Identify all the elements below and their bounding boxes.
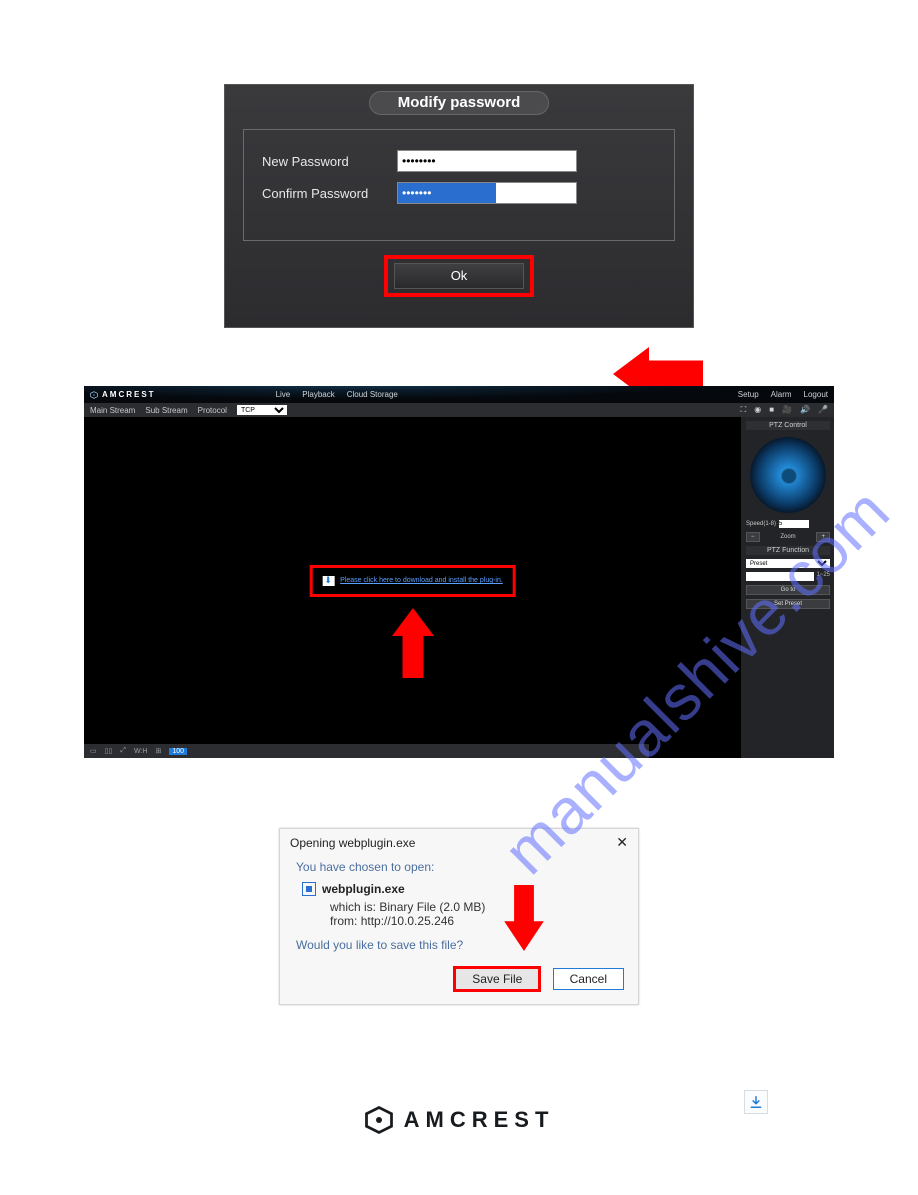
dialog-title: Modify password bbox=[369, 91, 550, 115]
download-icon: ⬇ bbox=[322, 576, 334, 586]
wh-icon[interactable]: W:H bbox=[134, 748, 147, 755]
link-logout[interactable]: Logout bbox=[804, 390, 828, 399]
layout2-icon[interactable]: ▯▯ bbox=[105, 747, 113, 755]
tab-playback[interactable]: Playback bbox=[302, 390, 334, 399]
ptz-wheel[interactable] bbox=[750, 437, 826, 513]
mic-icon[interactable]: 🎤 bbox=[818, 405, 828, 415]
red-arrow-down-icon bbox=[502, 885, 546, 951]
expand-icon[interactable]: ⤢ bbox=[120, 747, 126, 755]
video-area: ⬇ Please click here to download and inst… bbox=[84, 417, 742, 758]
volume-icon[interactable]: 🔊 bbox=[800, 405, 810, 415]
plugin-download-link[interactable]: Please click here to download and instal… bbox=[340, 577, 503, 584]
close-icon[interactable]: ✕ bbox=[616, 834, 628, 851]
aspect-off-icon[interactable]: ⊞ bbox=[155, 747, 161, 755]
ptz-preset-select[interactable]: Preset bbox=[746, 559, 830, 568]
ptz-function-header: PTZ Function bbox=[746, 546, 830, 555]
confirm-password-input[interactable] bbox=[397, 182, 577, 204]
save-question-text: Would you like to save this file? bbox=[296, 938, 622, 952]
camera-liveview-ui: AMCREST Live Playback Cloud Storage Setu… bbox=[84, 386, 834, 758]
hexagon-icon bbox=[364, 1105, 394, 1135]
snapshot-icon[interactable]: ◉ bbox=[754, 405, 761, 415]
footer-brand-text: AMCREST bbox=[404, 1107, 555, 1133]
ptz-header: PTZ Control bbox=[746, 421, 830, 430]
toolstrip-right-icons: ⛶ ◉ ■ 🎥 🔊 🎤 bbox=[741, 405, 828, 415]
brand-text: AMCREST bbox=[102, 390, 156, 399]
topbar: AMCREST Live Playback Cloud Storage Setu… bbox=[84, 386, 834, 403]
stream-toolstrip: Main Stream Sub Stream Protocol TCP ⛶ ◉ … bbox=[84, 403, 834, 417]
link-alarm[interactable]: Alarm bbox=[771, 390, 792, 399]
layout1-icon[interactable]: ▭ bbox=[90, 747, 97, 755]
tab-live[interactable]: Live bbox=[276, 390, 291, 399]
talk-icon[interactable]: 🎥 bbox=[782, 405, 792, 415]
video-bottombar: ▭ ▯▯ ⤢ W:H ⊞ 100 bbox=[84, 744, 649, 758]
link-setup[interactable]: Setup bbox=[738, 390, 759, 399]
ptz-speed-label: Speed(1-8) bbox=[746, 521, 776, 527]
red-arrow-up-icon bbox=[390, 608, 436, 678]
modify-password-dialog: Modify password New Password Confirm Pas… bbox=[224, 84, 694, 328]
whichis-value: Binary File (2.0 MB) bbox=[379, 900, 485, 914]
cancel-button[interactable]: Cancel bbox=[553, 968, 624, 990]
tab-cloud[interactable]: Cloud Storage bbox=[347, 390, 398, 399]
fullscreen-icon[interactable]: ⛶ bbox=[741, 405, 747, 415]
save-file-button[interactable]: Save File bbox=[453, 966, 541, 992]
save-file-dialog: Opening webplugin.exe ✕ You have chosen … bbox=[279, 828, 639, 1005]
preset-range-label: 1~25 bbox=[816, 572, 830, 581]
ptz-speed-input[interactable] bbox=[779, 520, 809, 528]
zoom-in-button[interactable]: + bbox=[816, 532, 830, 542]
goto-button[interactable]: Go to bbox=[746, 585, 830, 595]
chosen-to-open-text: You have chosen to open: bbox=[296, 860, 622, 874]
ptz-preset-number-input[interactable] bbox=[746, 572, 814, 581]
main-stream-label[interactable]: Main Stream bbox=[90, 406, 135, 415]
file-exe-icon bbox=[302, 882, 316, 896]
whichis-label: which is: bbox=[330, 900, 376, 914]
ok-button[interactable]: Ok bbox=[394, 263, 524, 289]
nav-tabs: Live Playback Cloud Storage bbox=[276, 390, 398, 399]
record-icon[interactable]: ■ bbox=[769, 405, 774, 415]
zoom-label: Zoom bbox=[780, 534, 795, 540]
protocol-select[interactable]: TCP bbox=[237, 405, 287, 415]
plugin-highlight-box: ⬇ Please click here to download and inst… bbox=[309, 565, 516, 597]
zoom-out-button[interactable]: − bbox=[746, 532, 760, 542]
hexagon-icon bbox=[90, 391, 98, 399]
set-preset-button[interactable]: Set Preset bbox=[746, 599, 830, 609]
ok-highlight-box: Ok bbox=[384, 255, 534, 297]
new-password-input[interactable] bbox=[397, 150, 577, 172]
filename-text: webplugin.exe bbox=[322, 882, 405, 896]
dialog-titlebar: Modify password bbox=[225, 85, 693, 129]
ptz-sidebar: PTZ Control Speed(1-8) − Zoom + PTZ Func… bbox=[742, 417, 834, 758]
page-download-button[interactable] bbox=[744, 1090, 768, 1114]
protocol-label: Protocol bbox=[198, 406, 227, 415]
aspect-percent-button[interactable]: 100 bbox=[169, 748, 187, 755]
new-password-label: New Password bbox=[262, 154, 397, 169]
from-label: from: bbox=[330, 914, 357, 928]
nav-right: Setup Alarm Logout bbox=[738, 390, 828, 399]
sub-stream-label[interactable]: Sub Stream bbox=[145, 406, 187, 415]
dialog-title-text: Opening webplugin.exe bbox=[290, 836, 415, 850]
password-form-frame: New Password Confirm Password bbox=[243, 129, 675, 241]
footer-brand: AMCREST bbox=[0, 1105, 918, 1135]
from-value: http://10.0.25.246 bbox=[361, 914, 454, 928]
brand-logo: AMCREST bbox=[90, 390, 156, 399]
confirm-password-label: Confirm Password bbox=[262, 186, 397, 201]
